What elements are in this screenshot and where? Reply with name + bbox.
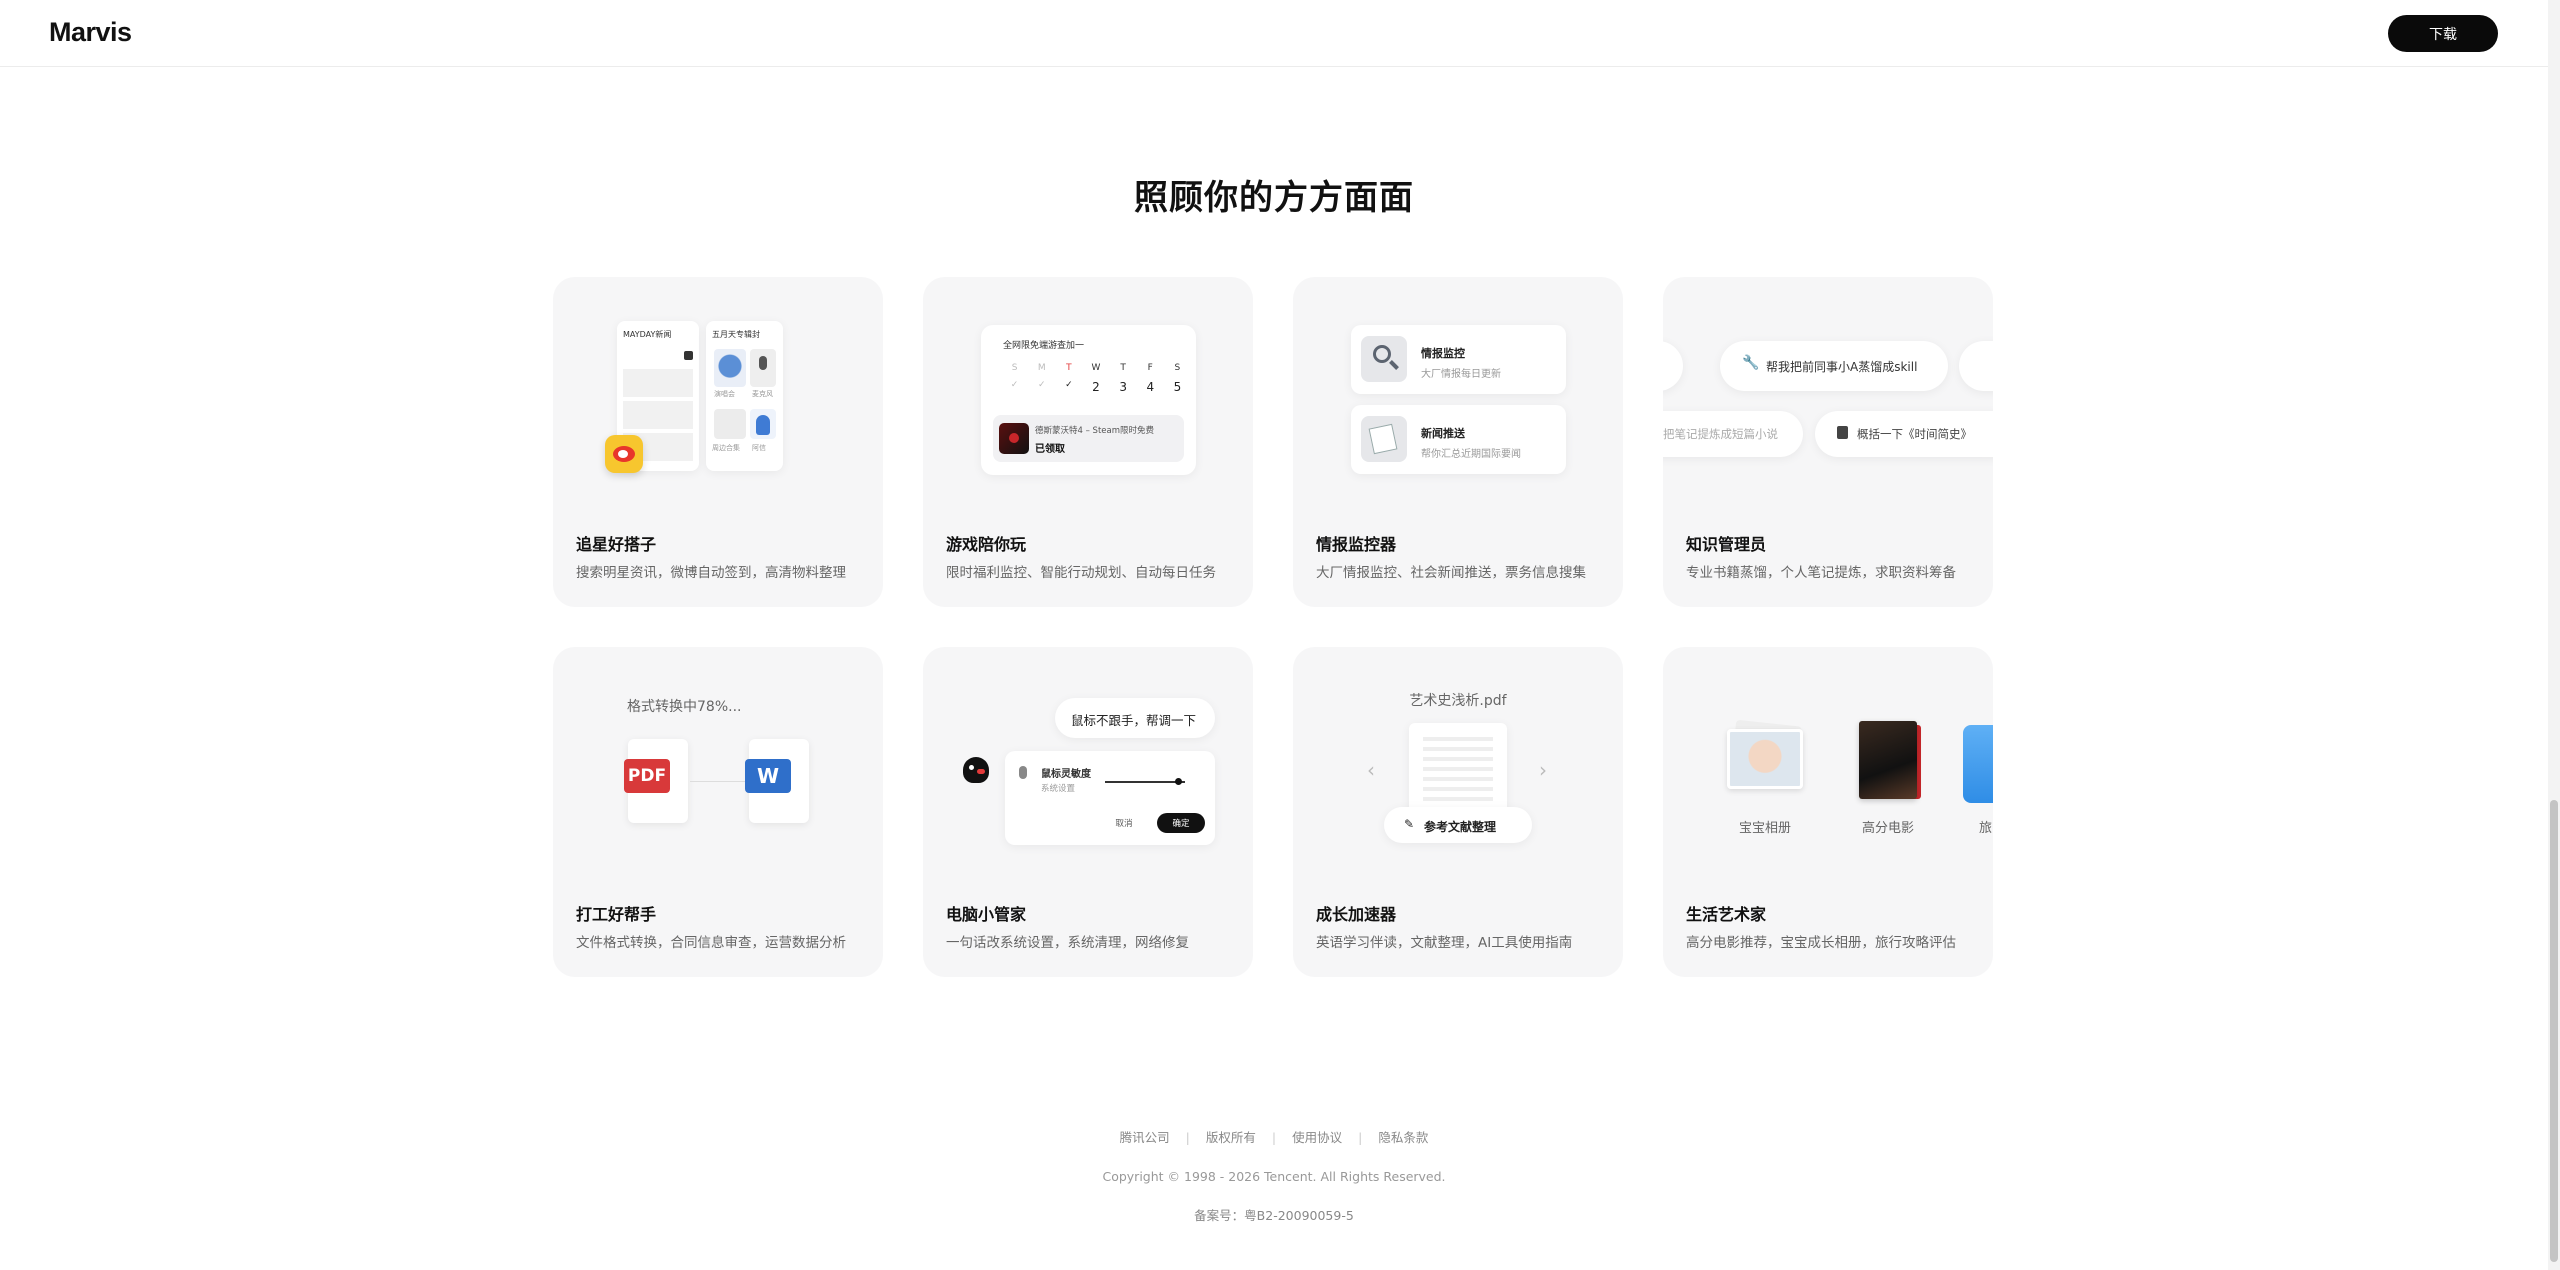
calendar-date: ✓ [1065, 380, 1073, 390]
wrench-icon: 🔧 [1742, 355, 1760, 371]
section-title: 照顾你的方方面面 [1134, 178, 1414, 218]
card-description: 文件格式转换，合同信息审查，运营数据分析 [576, 935, 846, 951]
movie-album-icon [1855, 721, 1925, 803]
card-illustration: 🔧 帮我把前同事小A蒸馏成skill 把笔记提炼成短篇小说 概括一下《时间简史》 [1663, 277, 1993, 517]
card-illustration: 情报监控 大厂情报每日更新 新闻推送 帮你汇总近期国际要闻 [1293, 277, 1623, 517]
card-title: 情报监控器 [1316, 535, 1397, 554]
conversion-status: 格式转换中78%... [627, 699, 742, 715]
pdf-filename: 艺术史浅析.pdf [1409, 693, 1507, 709]
intel-monitor-item[interactable]: 情报监控 大厂情报每日更新 [1351, 325, 1566, 394]
footer-icp[interactable]: 备案号：粤B2-20090059-5 [0, 1205, 2548, 1224]
footer-link-privacy[interactable]: 隐私条款 [1378, 1130, 1428, 1145]
sensitivity-slider[interactable] [1105, 781, 1185, 783]
folder-icon [1963, 725, 1993, 803]
chevron-right-icon[interactable]: › [1539, 758, 1547, 782]
pen-icon: ✎ [1404, 817, 1415, 831]
calendar-date: 2 [1092, 380, 1100, 394]
calendar-day-label: T [1066, 363, 1072, 373]
prompt-chip[interactable]: 概括一下《时间简史》 [1815, 411, 1993, 457]
concert-icon [714, 349, 746, 387]
album-panel: 五月天专辑封 演唱会 麦克风 周边合集 阿信 [706, 321, 783, 471]
calendar-day-label: W [1091, 363, 1101, 373]
mascot-icon [963, 757, 989, 783]
footer-link-tencent[interactable]: 腾讯公司 [1120, 1130, 1170, 1145]
card-knowledge-manager[interactable]: 🔧 帮我把前同事小A蒸馏成skill 把笔记提炼成短篇小说 概括一下《时间简史》… [1663, 277, 1993, 607]
calendar-date: ✓ [1010, 380, 1019, 390]
card-life-artist[interactable]: 宝宝相册 高分电影 旅 生活艺术家 高分电影推荐，宝宝成长相册，旅行攻略评估 [1663, 647, 1993, 977]
top-nav: Marvis 下载 [0, 0, 2548, 67]
calendar-date: 4 [1146, 380, 1155, 394]
confirm-button[interactable]: 确定 [1157, 813, 1205, 833]
baby-album-icon [1725, 719, 1805, 791]
footer-link-terms[interactable]: 使用协议 [1292, 1130, 1342, 1145]
calendar-date: 5 [1173, 380, 1182, 394]
footer-link-copyright[interactable]: 版权所有 [1206, 1130, 1256, 1145]
card-illustration: 鼠标不跟手，帮调一下 鼠标灵敏度 系统设置 取消 确定 [923, 647, 1253, 887]
word-file-icon: W [745, 739, 809, 823]
card-illustration: 宝宝相册 高分电影 旅 [1663, 647, 1993, 887]
card-description: 专业书籍蒸馏，个人笔记提炼，求职资料筹备 [1686, 565, 1956, 581]
card-star-buddy[interactable]: MAYDAY新闻 五月天专辑封 演唱会 麦克风 周边合集 阿信 追星好搭子 搜索… [553, 277, 883, 607]
footer-copyright: Copyright © 1998 - 2026 Tencent. All Rig… [1102, 1169, 1446, 1184]
card-pc-butler[interactable]: 鼠标不跟手，帮调一下 鼠标灵敏度 系统设置 取消 确定 电脑小管家 一句话改系统… [923, 647, 1253, 977]
card-description: 搜索明星资讯，微博自动签到，高清物料整理 [576, 565, 846, 581]
card-title: 追星好搭子 [576, 535, 657, 554]
card-description: 英语学习伴读，文献整理，AI工具使用指南 [1316, 935, 1573, 951]
newspaper-icon [1361, 416, 1407, 462]
prompt-chip[interactable]: 把笔记提炼成短篇小说 [1663, 411, 1803, 457]
figure-icon [750, 409, 776, 439]
card-title: 成长加速器 [1316, 905, 1397, 924]
cancel-button[interactable]: 取消 [1107, 813, 1141, 833]
microphone-icon [750, 349, 776, 387]
card-description: 限时福利监控、智能行动规划、自动每日任务 [946, 565, 1216, 581]
calendar-day-label: F [1147, 363, 1153, 373]
card-description: 大厂情报监控、社会新闻推送，票务信息搜集 [1316, 565, 1586, 581]
card-intel-monitor[interactable]: 情报监控 大厂情报每日更新 新闻推送 帮你汇总近期国际要闻 情报监控器 大厂情报… [1293, 277, 1623, 607]
scrollbar-thumb[interactable] [2550, 800, 2558, 1262]
game-cover-icon [999, 423, 1029, 454]
card-title: 游戏陪你玩 [946, 535, 1027, 554]
reference-organize-chip[interactable]: ✎ 参考文献整理 [1384, 807, 1532, 843]
slider-handle[interactable] [1175, 778, 1182, 785]
download-button[interactable]: 下载 [2388, 15, 2498, 52]
pdf-file-icon: PDF [624, 739, 688, 823]
prompt-chip[interactable]: 🔧 帮我把前同事小A蒸馏成skill [1720, 341, 1948, 391]
chevron-left-icon[interactable]: ‹ [1367, 758, 1375, 782]
magnifier-icon [1361, 336, 1407, 382]
game-offer-row[interactable]: 德斯蒙沃特4 – Steam限时免费 已领取 [993, 415, 1184, 462]
card-title: 打工好帮手 [576, 905, 657, 924]
card-game-companion[interactable]: 全网限免端游查加一 SMTWTFS ✓ ✓ ✓ 2 3 4 5 德斯蒙沃特4 – Steam… [923, 277, 1253, 607]
settings-dialog: 鼠标灵敏度 系统设置 取消 确定 [1005, 751, 1215, 845]
chat-bubble: 鼠标不跟手，帮调一下 [1055, 698, 1215, 738]
checkbox-icon [684, 351, 693, 360]
merch-icon [714, 409, 746, 439]
news-push-item[interactable]: 新闻推送 帮你汇总近期国际要闻 [1351, 405, 1566, 474]
calendar-date: ✓ [1037, 380, 1046, 390]
card-title: 知识管理员 [1686, 535, 1767, 554]
card-illustration: MAYDAY新闻 五月天专辑封 演唱会 麦克风 周边合集 阿信 [553, 277, 883, 517]
card-growth-booster[interactable]: 艺术史浅析.pdf ‹ › ✎ 参考文献整理 成长加速器 英语学习伴读，文献整理… [1293, 647, 1623, 977]
calendar-day-label: S [1011, 363, 1018, 373]
calendar-day-label: M [1037, 363, 1046, 373]
calendar-date: 3 [1119, 380, 1127, 394]
card-work-helper[interactable]: 格式转换中78%... PDF W 打工好帮手 文件格式转换，合同信息审查，运营… [553, 647, 883, 977]
weibo-icon [605, 435, 643, 473]
card-description: 高分电影推荐，宝宝成长相册，旅行攻略评估 [1686, 935, 1956, 951]
card-illustration: 艺术史浅析.pdf ‹ › ✎ 参考文献整理 [1293, 647, 1623, 887]
calendar-day-label: S [1174, 363, 1181, 373]
book-icon [1837, 426, 1848, 439]
marvis-logo[interactable]: Marvis [49, 17, 132, 48]
card-title: 生活艺术家 [1686, 905, 1767, 924]
footer-links: 腾讯公司 | 版权所有 | 使用协议 | 隐私条款 [1119, 1130, 1429, 1145]
mouse-icon [1019, 766, 1027, 779]
game-calendar-panel: 全网限免端游查加一 SMTWTFS ✓ ✓ ✓ 2 3 4 5 德斯蒙沃特4 – Steam… [981, 325, 1196, 475]
card-illustration: 全网限免端游查加一 SMTWTFS ✓ ✓ ✓ 2 3 4 5 德斯蒙沃特4 – Steam… [923, 277, 1253, 517]
calendar-day-label: T [1120, 363, 1126, 373]
card-description: 一句话改系统设置，系统清理，网络修复 [946, 935, 1189, 951]
card-illustration: 格式转换中78%... PDF W [553, 647, 883, 887]
card-title: 电脑小管家 [946, 905, 1027, 924]
